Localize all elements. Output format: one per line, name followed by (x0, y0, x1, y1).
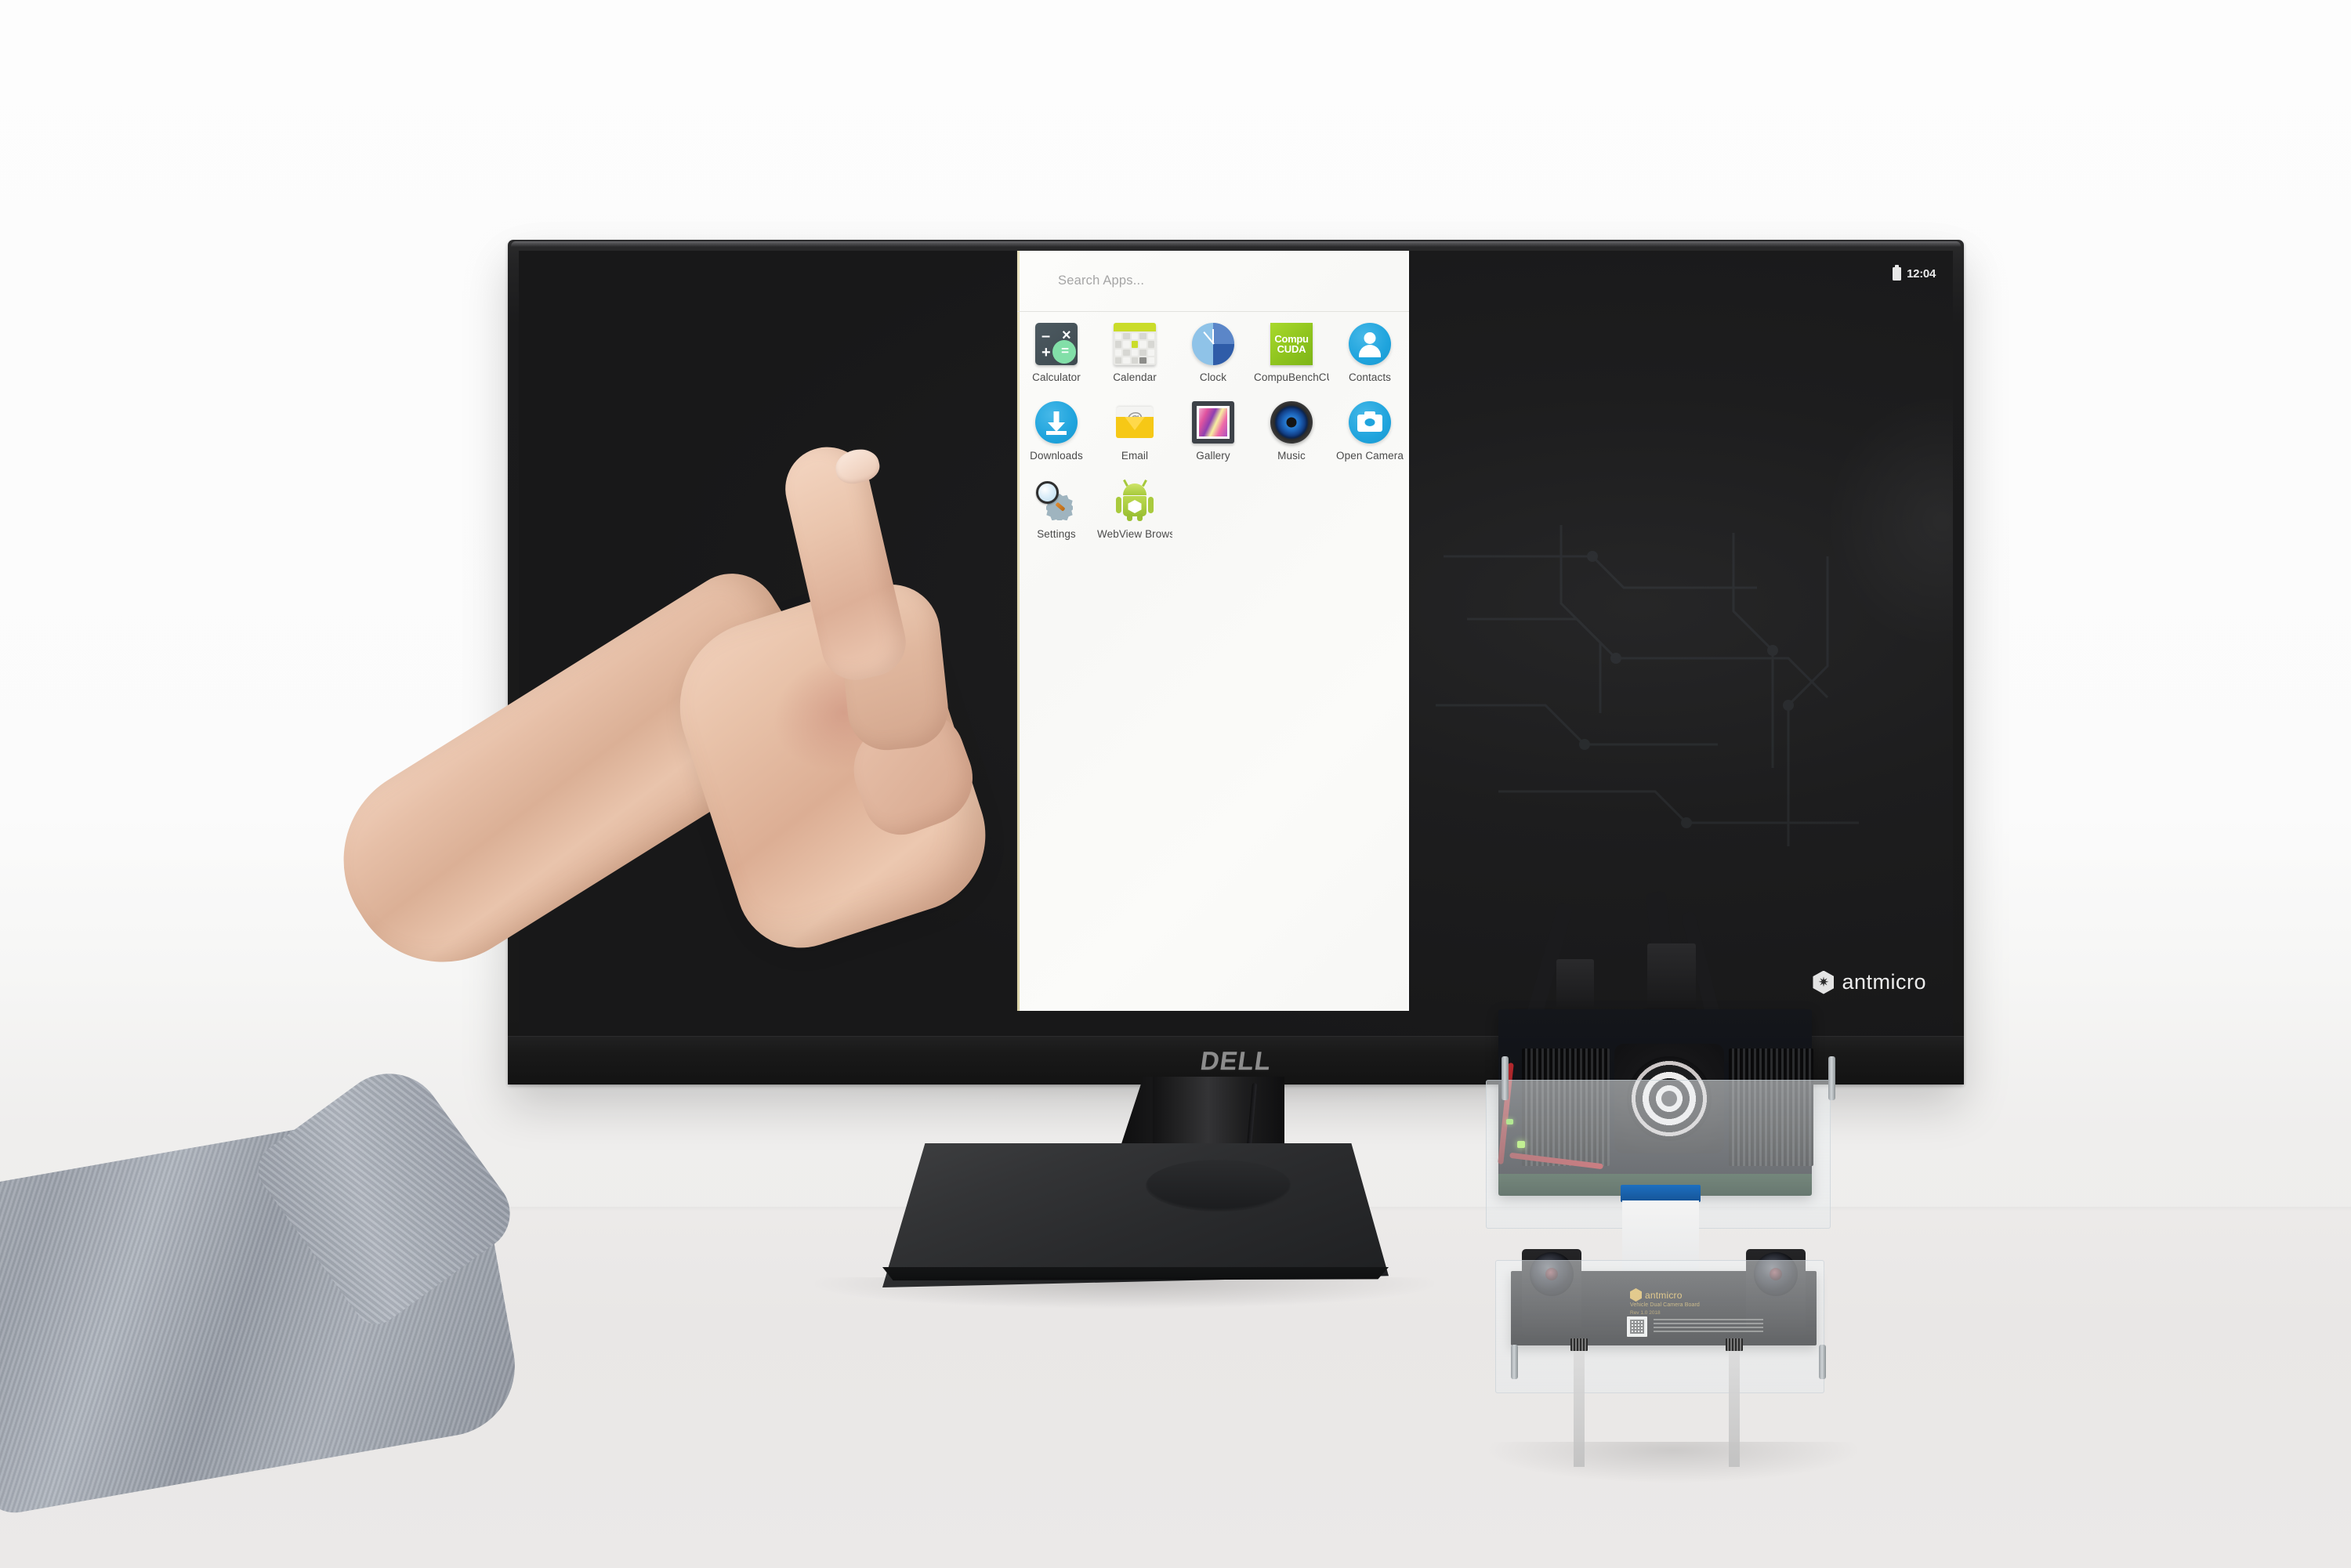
app-label: Downloads (1030, 450, 1083, 462)
app-label: Clock (1199, 371, 1227, 383)
fpc-connector-right (1726, 1338, 1743, 1351)
compubench-icon-line2: CUDA (1277, 343, 1306, 355)
acrylic-plate-bottom (1495, 1260, 1824, 1393)
app-label: CompuBenchCU (1254, 371, 1329, 383)
battery-icon (1893, 265, 1902, 281)
standoff-right (1828, 1056, 1835, 1100)
clock-icon[interactable] (1192, 323, 1234, 365)
fpc-cable-left (1574, 1342, 1585, 1467)
app-item-email[interactable]: @ Email (1096, 395, 1174, 470)
app-item-music[interactable]: Music (1252, 395, 1331, 470)
search-input[interactable]: Search Apps... (1058, 273, 1144, 288)
status-clock: 12:04 (1907, 266, 1936, 281)
music-icon[interactable] (1270, 401, 1313, 444)
contacts-icon[interactable] (1349, 323, 1391, 365)
app-label: Contacts (1348, 371, 1392, 383)
app-item-calendar[interactable]: Calendar (1096, 317, 1174, 392)
app-item-calculator[interactable]: – × + = Calculator (1017, 317, 1096, 392)
gallery-icon[interactable] (1192, 401, 1234, 444)
calculator-icon[interactable]: – × + = (1035, 323, 1078, 365)
app-label: Open Camera (1336, 450, 1404, 462)
standoff-bottom-left (1511, 1345, 1518, 1379)
camera-ribbon-connector (1621, 1185, 1701, 1202)
app-label: Music (1277, 450, 1306, 462)
photo-scene: 12:04 Search Apps... – × + = Calculator … (0, 0, 2351, 1568)
app-item-contacts[interactable]: Contacts (1331, 317, 1409, 392)
antmicro-jetson-camera-rig: antmicro Vehicle Dual Camera Board Rev 1… (1481, 891, 1857, 1481)
calendar-icon[interactable] (1114, 323, 1156, 365)
search-divider (1017, 311, 1409, 312)
app-label: Calculator (1032, 371, 1081, 383)
fpc-cable-right (1729, 1342, 1740, 1467)
app-item-compubench[interactable]: Compu CUDA CompuBenchCU (1252, 317, 1331, 392)
screen-touch-glow (1824, 392, 1953, 650)
downloads-icon[interactable] (1035, 401, 1078, 444)
bezel-top-highlight (511, 241, 1961, 247)
open-camera-icon[interactable] (1349, 401, 1391, 444)
compubench-cuda-icon[interactable]: Compu CUDA (1270, 323, 1313, 365)
app-label: Calendar (1113, 371, 1157, 383)
android-status-bar: 12:04 (1893, 263, 1936, 284)
app-item-downloads[interactable]: Downloads (1017, 395, 1096, 470)
fpc-connector-left (1570, 1338, 1588, 1351)
app-label: Email (1121, 450, 1149, 462)
app-item-open-camera[interactable]: Open Camera (1331, 395, 1409, 470)
standoff-left (1502, 1056, 1509, 1100)
email-icon[interactable]: @ (1114, 401, 1156, 444)
app-label: Gallery (1196, 450, 1230, 462)
standoff-bottom-right (1819, 1345, 1826, 1379)
person-arm (0, 438, 1254, 1568)
search-apps-bar[interactable]: Search Apps... (1017, 251, 1409, 311)
app-item-clock[interactable]: Clock (1174, 317, 1252, 392)
app-item-gallery[interactable]: Gallery (1174, 395, 1252, 470)
